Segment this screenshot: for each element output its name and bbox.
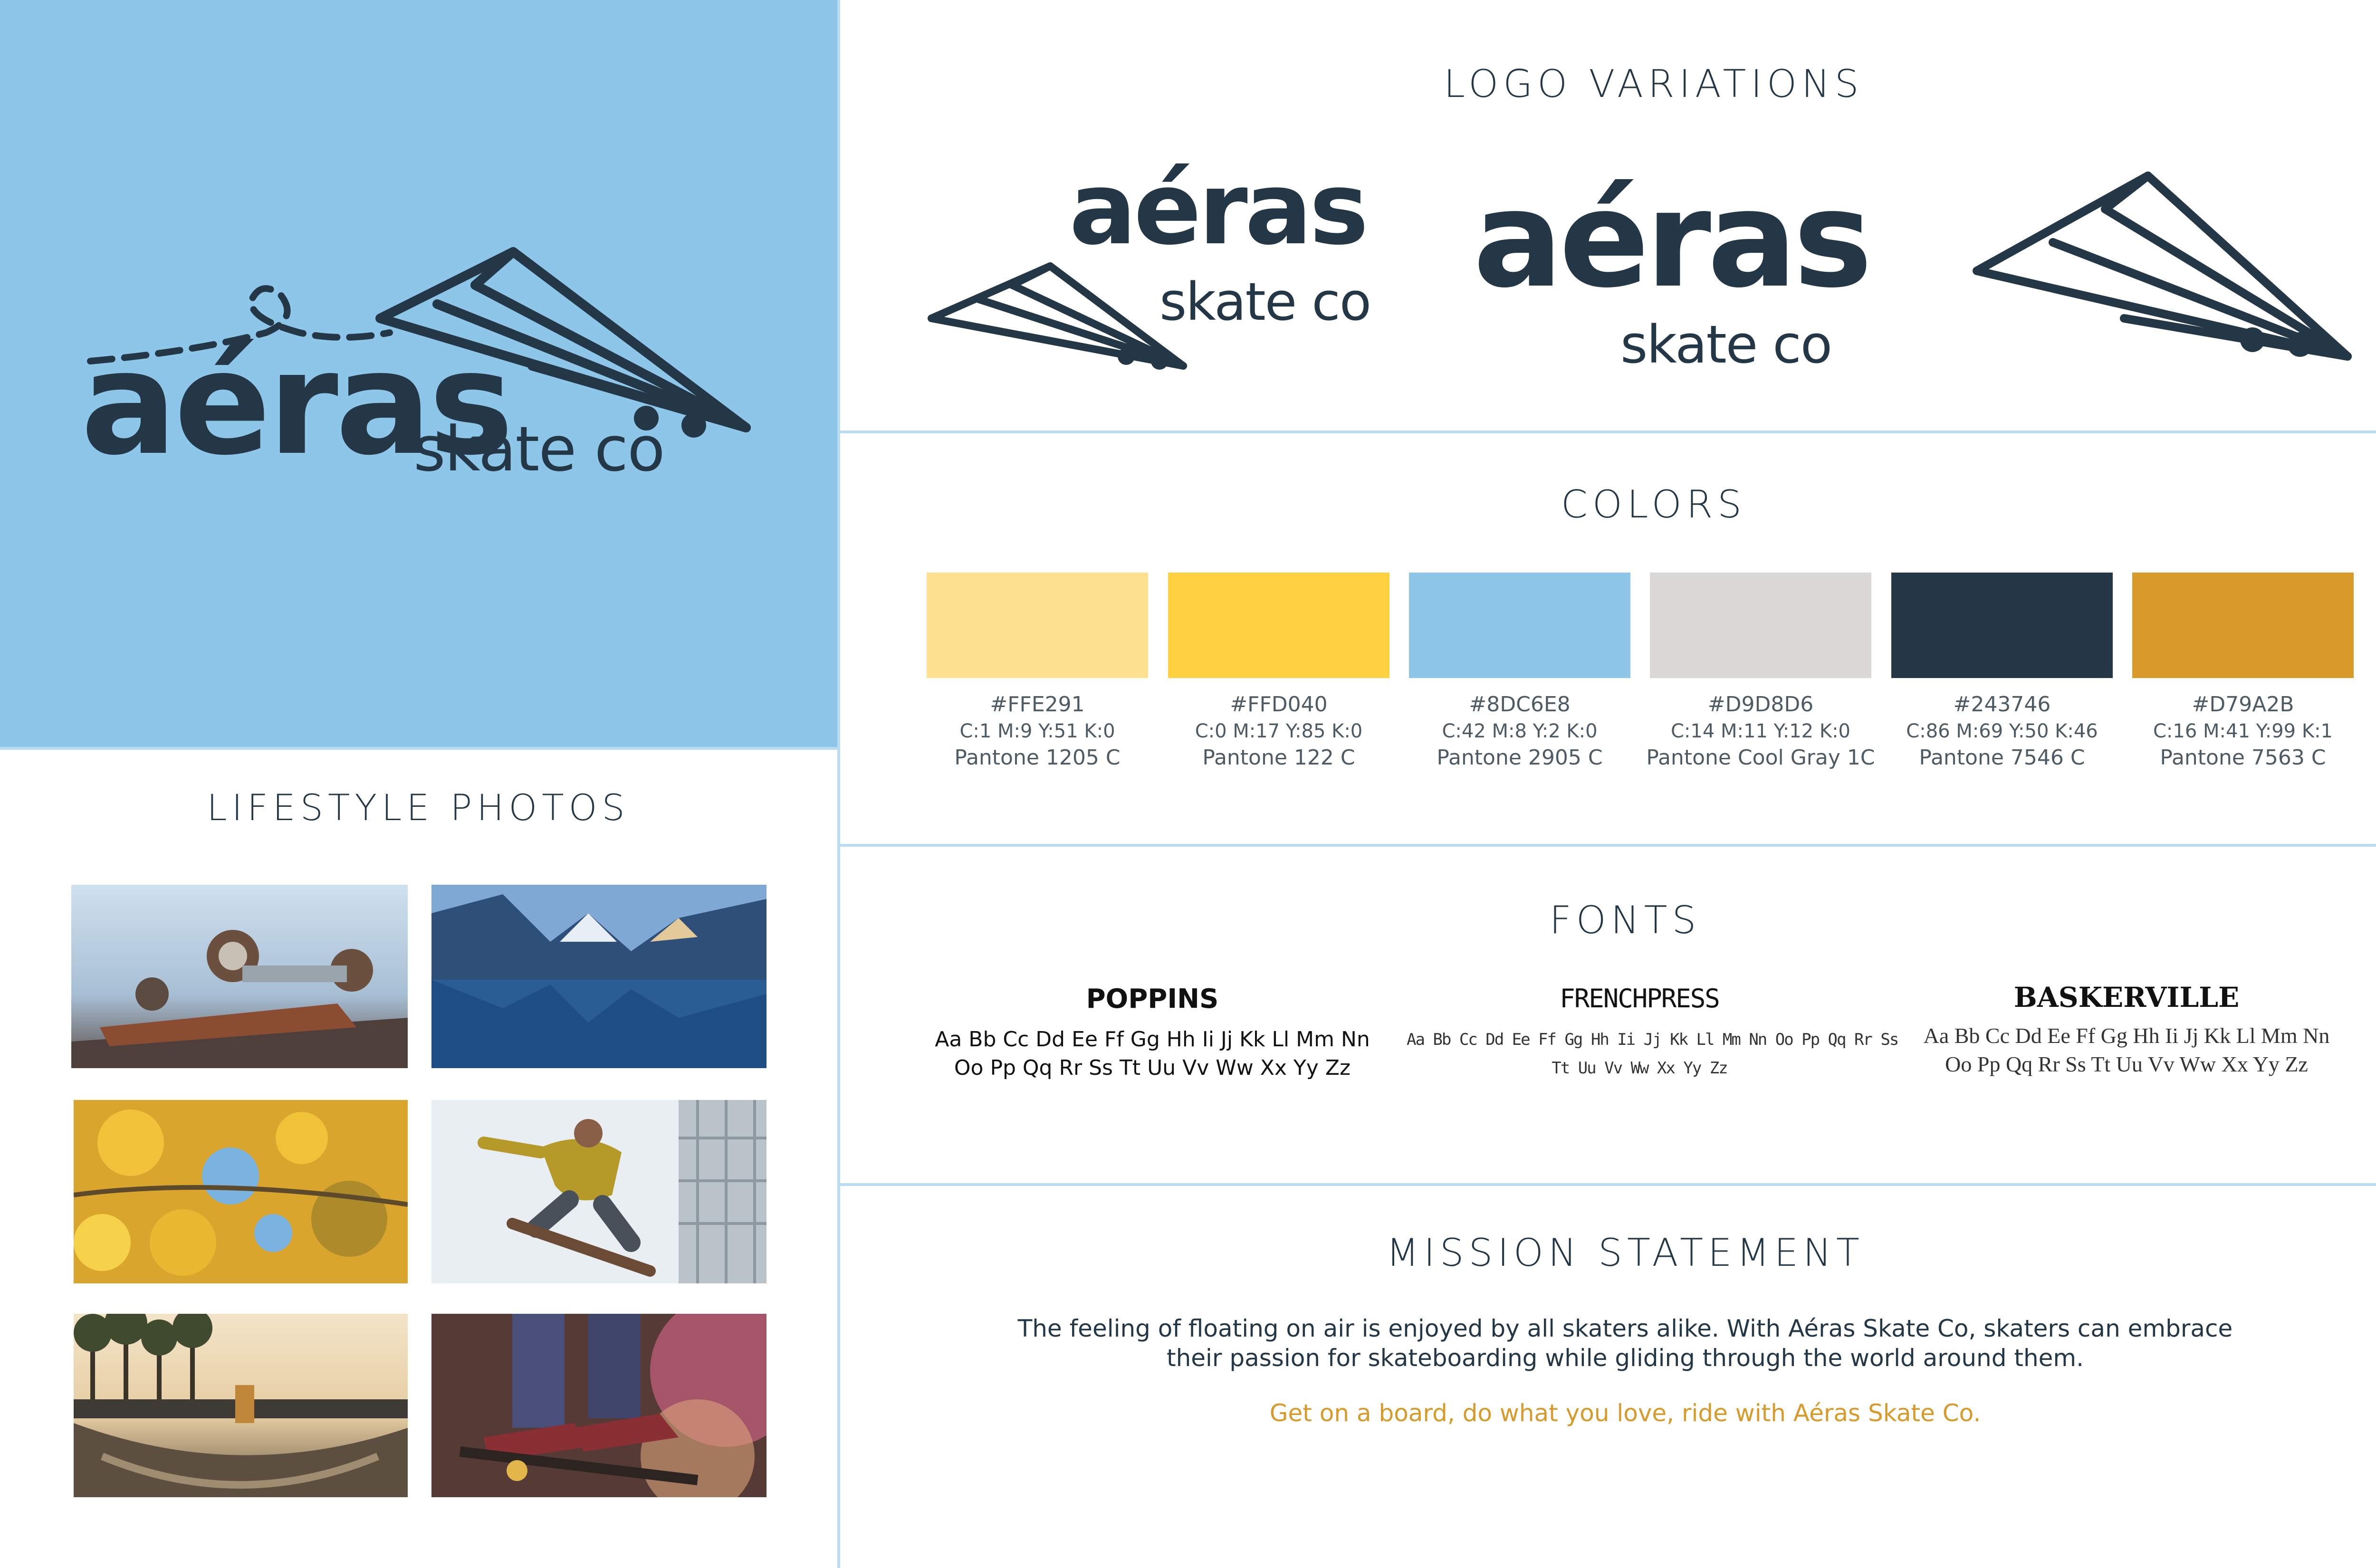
mission-line: their passion for skateboarding while gl… bbox=[1166, 1344, 2084, 1372]
swatch-cmyk: C:0 M:17 Y:85 K:0 bbox=[1195, 720, 1363, 742]
font-sample-line: Oo Pp Qq Rr Ss Tt Uu Vv Ww Xx Yy Zz bbox=[954, 1056, 1351, 1080]
font-sample-frenchpress: Aa Bb Cc Dd Ee Ff Gg Hh Ii Jj Kk Ll Mm N… bbox=[1407, 1025, 1899, 1082]
swatch-pantone: Pantone 7546 C bbox=[1919, 746, 2085, 770]
divider-hero-lifestyle bbox=[0, 747, 837, 750]
swatch-pantone: Pantone 122 C bbox=[1202, 746, 1355, 770]
swatch-cmyk: C:42 M:8 Y:2 K:0 bbox=[1442, 720, 1598, 742]
swatch-cmyk: C:1 M:9 Y:51 K:0 bbox=[959, 720, 1115, 742]
swatch-block bbox=[1650, 573, 1871, 678]
swatch-pantone: Pantone 1205 C bbox=[954, 746, 1121, 770]
font-sample-poppins: Aa Bb Cc Dd Ee Ff Gg Hh Ii Jj Kk Ll Mm N… bbox=[927, 1025, 1378, 1082]
logo-variant-plane-only bbox=[1973, 172, 2352, 361]
swatch-info: #D79A2B C:16 M:41 Y:99 K:1 Pantone 7563 … bbox=[2115, 691, 2371, 771]
font-name-frenchpress: FRENCHPRESS bbox=[1560, 984, 1720, 1013]
divider-fonts-mission bbox=[837, 1183, 2376, 1186]
logo-variant-1-wordmark: aéras bbox=[1069, 151, 1369, 267]
swatch-hex: #D9D8D6 bbox=[1707, 692, 1814, 717]
swatch-pantone: Pantone 7563 C bbox=[2160, 746, 2326, 770]
logo-variant-2-wordmark: aéras bbox=[1473, 163, 1873, 317]
hero-subwordmark: skate co bbox=[413, 413, 665, 485]
swatch-cmyk: C:14 M:11 Y:12 K:0 bbox=[1671, 720, 1850, 742]
lifestyle-photo-skateboard-trucks bbox=[71, 885, 408, 1068]
mission-statement: The feeling of floating on air is enjoye… bbox=[984, 1314, 2267, 1373]
swatch-block bbox=[1168, 573, 1389, 678]
swatch-info: #243746 C:86 M:69 Y:50 K:46 Pantone 7546… bbox=[1874, 691, 2130, 771]
font-sample-baskerville: Aa Bb Cc Dd Ee Ff Gg Hh Ii Jj Kk Ll Mm N… bbox=[1901, 1022, 2352, 1079]
swatch-hex: #243746 bbox=[1953, 692, 2051, 717]
font-sample-line: Oo Pp Qq Rr Ss Tt Uu Vv Ww Xx Yy Zz bbox=[1945, 1052, 2308, 1076]
logo-variant-2-sub: skate co bbox=[1620, 314, 1832, 375]
swatch-hex: #8DC6E8 bbox=[1469, 692, 1571, 717]
divider-colors-fonts bbox=[837, 844, 2376, 847]
swatch-hex: #FFD040 bbox=[1230, 692, 1328, 717]
lifestyle-photo-autumn-leaves bbox=[74, 1100, 408, 1283]
lifestyle-photo-skater-shoes bbox=[431, 1314, 766, 1497]
swatch-block bbox=[1409, 573, 1630, 678]
swatch-cmyk: C:86 M:69 Y:50 K:46 bbox=[1906, 720, 2098, 742]
font-name-baskerville: BASKERVILLE bbox=[2013, 981, 2240, 1013]
swatch-info: #FFD040 C:0 M:17 Y:85 K:0 Pantone 122 C bbox=[1150, 691, 1407, 771]
swatch-cmyk: C:16 M:41 Y:99 K:1 bbox=[2153, 720, 2333, 742]
font-name-poppins: POPPINS bbox=[1086, 984, 1219, 1014]
lifestyle-photo-skatepark bbox=[74, 1314, 408, 1497]
swatch-info: #D9D8D6 C:14 M:11 Y:12 K:0 Pantone Cool … bbox=[1632, 691, 1889, 771]
logo-variations-title: LOGO VARIATIONS bbox=[1444, 62, 1864, 106]
swatch-block bbox=[2132, 573, 2354, 678]
font-sample-line: Aa Bb Cc Dd Ee Ff Gg Hh Ii Jj Kk Ll Mm N… bbox=[935, 1027, 1370, 1052]
lifestyle-photo-skater-jump bbox=[431, 1100, 766, 1283]
mission-title: MISSION STATEMENT bbox=[1386, 1231, 1864, 1275]
swatch-pantone: Pantone 2905 C bbox=[1437, 746, 1603, 770]
swatch-info: #FFE291 C:1 M:9 Y:51 K:0 Pantone 1205 C bbox=[909, 691, 1166, 771]
font-sample-line: Aa Bb Cc Dd Ee Ff Gg Hh Ii Jj Kk Ll Mm N… bbox=[1923, 1023, 2330, 1048]
swatch-pantone: Pantone Cool Gray 1C bbox=[1646, 746, 1875, 770]
lifestyle-title: LIFESTYLE PHOTOS bbox=[207, 786, 630, 829]
logo-variant-1-sub: skate co bbox=[1159, 271, 1371, 332]
font-sample-line: Aa Bb Cc Dd Ee Ff Gg Hh Ii Jj Kk Ll Mm N… bbox=[1407, 1030, 1899, 1049]
swatch-info: #8DC6E8 C:42 M:8 Y:2 K:0 Pantone 2905 C bbox=[1391, 691, 1648, 771]
divider-logo-colors bbox=[837, 430, 2376, 433]
lifestyle-photo-mountain-lake bbox=[431, 885, 766, 1068]
mission-line: The feeling of floating on air is enjoye… bbox=[1017, 1315, 2233, 1342]
fonts-title: FONTS bbox=[1549, 898, 1701, 942]
mission-tagline: Get on a board, do what you love, ride w… bbox=[1269, 1399, 1981, 1427]
swatch-hex: #FFE291 bbox=[990, 692, 1085, 717]
colors-title: COLORS bbox=[1561, 482, 1746, 526]
swatch-block bbox=[927, 573, 1148, 678]
swatch-block bbox=[1891, 573, 2113, 678]
font-sample-line: Tt Uu Vv Ww Xx Yy Zz bbox=[1552, 1059, 1728, 1078]
swatch-hex: #D79A2B bbox=[2192, 692, 2294, 717]
vertical-divider bbox=[837, 0, 840, 1568]
